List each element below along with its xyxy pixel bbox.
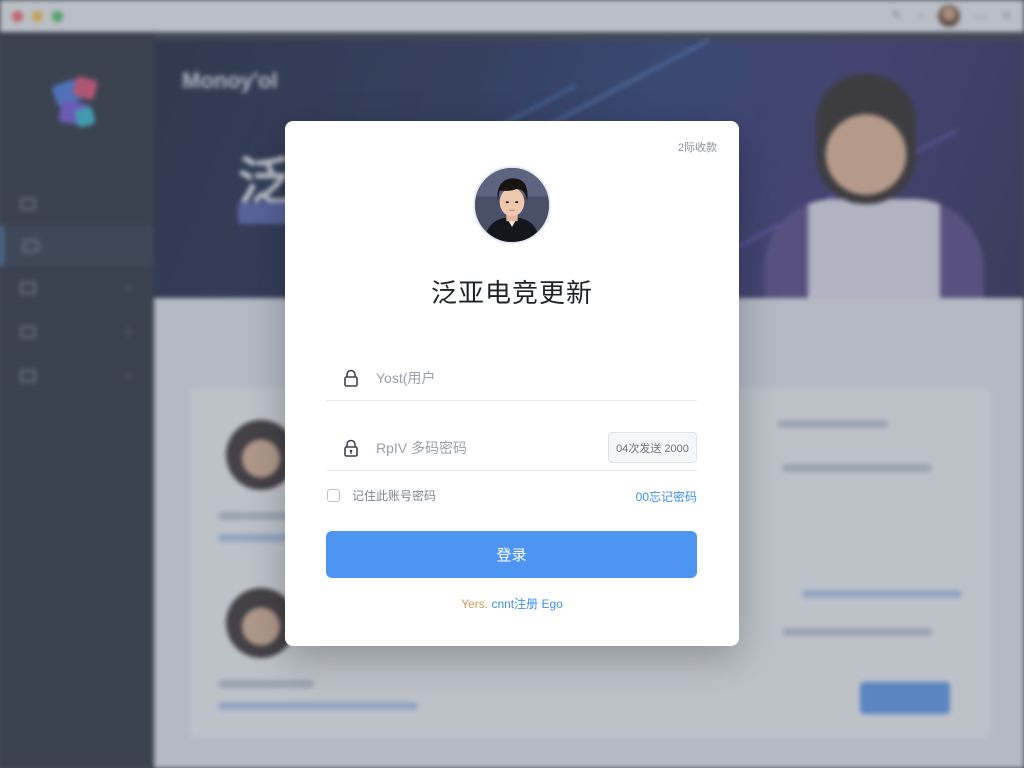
- profile-avatar: [473, 166, 551, 244]
- remember-me[interactable]: 记住此账号密码: [327, 487, 436, 504]
- forgot-password-link[interactable]: 00忘记密码: [636, 488, 697, 505]
- login-dialog: 2际收款 泛亚电竞更新 04次发送 2000: [285, 121, 739, 646]
- lock-keyhole-icon: [344, 439, 358, 457]
- dialog-title: 泛亚电竞更新: [430, 278, 593, 308]
- username-field: [326, 355, 697, 401]
- lock-icon: [344, 369, 358, 387]
- get-code-button[interactable]: 04次发送 2000: [608, 432, 697, 463]
- avatar-portrait-icon: [475, 168, 549, 242]
- username-input[interactable]: [376, 369, 697, 386]
- footer-prefix: Yers.: [461, 597, 492, 611]
- footer-text: Yers. cnnt注册 Ego: [285, 595, 739, 612]
- corner-link[interactable]: 2际收款: [678, 139, 717, 155]
- remember-label: 记住此账号密码: [352, 489, 437, 503]
- login-button[interactable]: 登录: [326, 531, 697, 578]
- remember-checkbox[interactable]: [327, 489, 340, 502]
- password-field: 04次发送 2000: [326, 425, 697, 471]
- register-link[interactable]: cnnt注册 Ego: [491, 597, 562, 611]
